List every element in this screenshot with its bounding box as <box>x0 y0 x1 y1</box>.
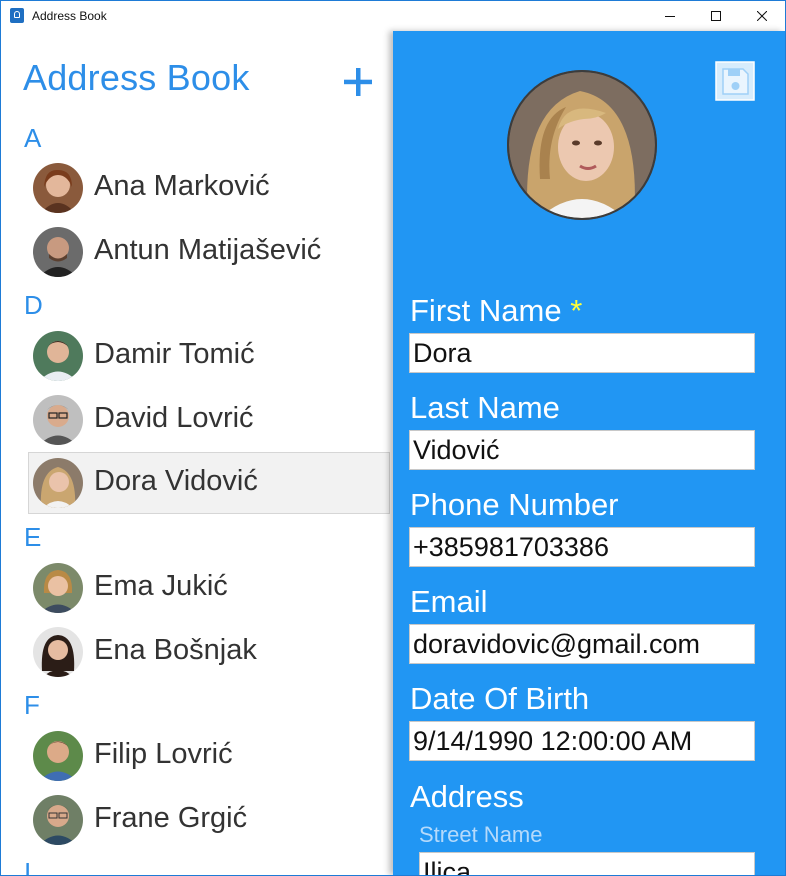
close-icon <box>757 11 767 21</box>
group-header-f: F <box>24 690 40 720</box>
app-window: Address Book Address Book A Ana Marković <box>0 0 786 876</box>
minimize-icon <box>665 16 675 17</box>
page-title: Address Book <box>23 57 250 98</box>
group-header-a: A <box>24 123 42 153</box>
avatar <box>33 731 83 781</box>
avatar <box>33 227 83 277</box>
phone-number-label: Phone Number <box>410 487 619 522</box>
contact-item-dora-vidovic[interactable]: Dora Vidović <box>28 452 390 514</box>
add-contact-button[interactable] <box>341 65 375 99</box>
first-name-input[interactable] <box>409 333 755 373</box>
contact-item-ena-bosnjak[interactable]: Ena Bošnjak <box>28 621 390 683</box>
contact-name: Ema Jukić <box>94 570 228 602</box>
contact-item-ana-markovic[interactable]: Ana Marković <box>28 157 390 219</box>
email-label: Email <box>410 584 488 619</box>
avatar <box>33 458 83 508</box>
avatar <box>33 331 83 381</box>
profile-photo[interactable] <box>506 69 658 221</box>
address-label: Address <box>410 779 524 814</box>
contact-name: Frane Grgić <box>94 802 248 834</box>
maximize-button[interactable] <box>693 1 739 31</box>
avatar <box>33 395 83 445</box>
required-marker: * <box>570 293 583 328</box>
contact-item-ema-jukic[interactable]: Ema Jukić <box>28 557 390 619</box>
address-book-icon <box>10 8 24 23</box>
close-button[interactable] <box>739 1 785 31</box>
contact-item-david-lovric[interactable]: David Lovrić <box>28 389 390 451</box>
contact-name: Ana Marković <box>94 170 270 202</box>
avatar <box>33 563 83 613</box>
save-icon <box>715 61 755 101</box>
contact-list-pane: Address Book A Ana Marković Antun Matija… <box>1 31 391 875</box>
contact-name: Ena Bošnjak <box>94 634 257 666</box>
street-name-input[interactable] <box>419 852 755 875</box>
contact-detail-pane: First Name * Last Name Phone Number Emai… <box>393 31 785 875</box>
email-input[interactable] <box>409 624 755 664</box>
first-name-label: First Name * <box>410 293 583 328</box>
save-button[interactable] <box>715 61 755 101</box>
contact-name: Antun Matijašević <box>94 234 322 266</box>
date-of-birth-label: Date Of Birth <box>410 681 590 716</box>
window-title: Address Book <box>32 9 107 23</box>
contact-item-damir-tomic[interactable]: Damir Tomić <box>28 325 390 387</box>
group-header-i: I <box>24 857 32 875</box>
title-bar[interactable]: Address Book <box>1 1 785 31</box>
date-of-birth-input[interactable] <box>409 721 755 761</box>
contact-name: Dora Vidović <box>94 465 258 497</box>
contact-item-antun-matijasevic[interactable]: Antun Matijašević <box>28 221 390 283</box>
street-name-label: Street Name <box>419 822 543 847</box>
contact-item-filip-lovric[interactable]: Filip Lovrić <box>28 725 390 787</box>
contact-name: David Lovrić <box>94 402 254 434</box>
contact-name: Filip Lovrić <box>94 738 233 770</box>
avatar <box>33 627 83 677</box>
last-name-input[interactable] <box>409 430 755 470</box>
last-name-label: Last Name <box>410 390 560 425</box>
maximize-icon <box>711 11 721 21</box>
plus-icon <box>344 68 372 96</box>
contact-name: Damir Tomić <box>94 338 255 370</box>
group-header-d: D <box>24 290 43 320</box>
avatar <box>33 163 83 213</box>
minimize-button[interactable] <box>647 1 693 31</box>
group-header-e: E <box>24 522 42 552</box>
contact-item-frane-grgic[interactable]: Frane Grgić <box>28 789 390 851</box>
avatar <box>33 795 83 845</box>
phone-number-input[interactable] <box>409 527 755 567</box>
